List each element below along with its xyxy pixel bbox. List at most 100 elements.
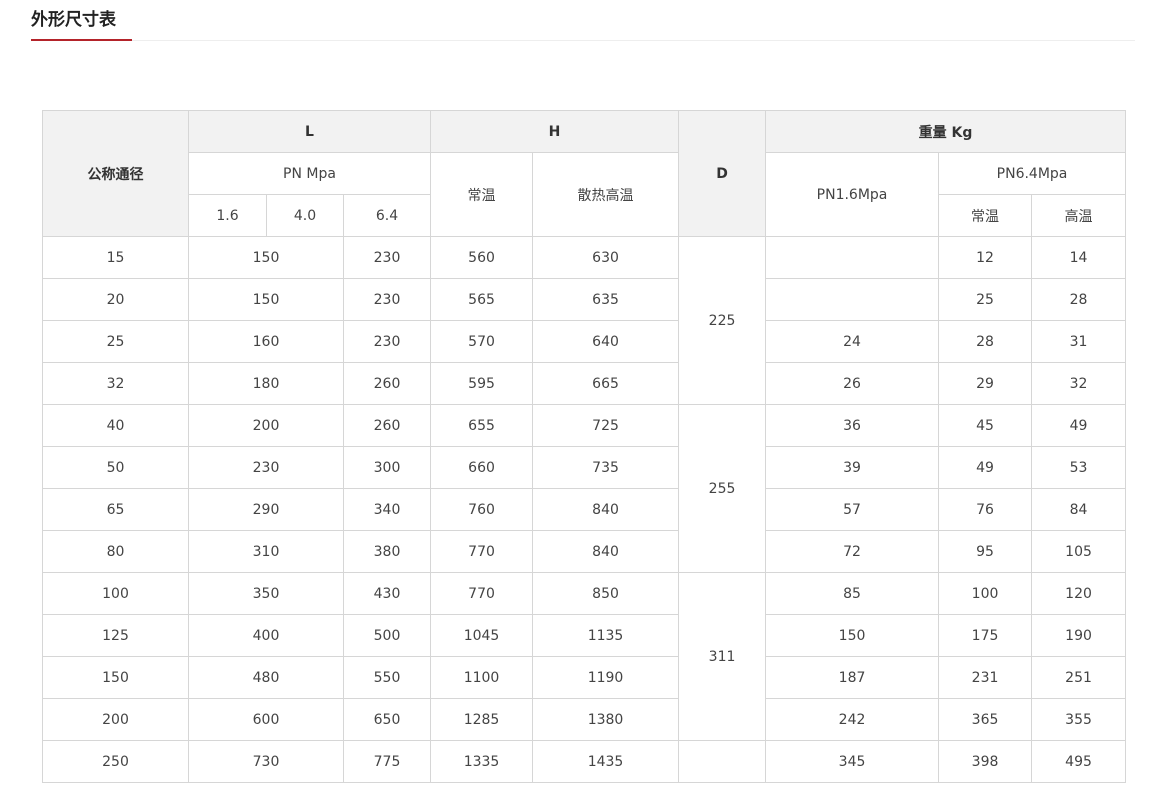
table-row: 125 400 500 1045 1135 150 175 190 [42, 614, 1127, 657]
cell-dn: 32 [42, 362, 189, 405]
cell-h-normal: 565 [430, 278, 534, 321]
cell-dn: 65 [42, 488, 189, 531]
cell-dn: 150 [42, 656, 189, 699]
cell-w-pn64-normal: 29 [938, 362, 1033, 405]
cell-w-pn16: 187 [765, 656, 940, 699]
cell-h-high: 635 [532, 278, 680, 321]
cell-w-pn16: 36 [765, 404, 940, 447]
cell-w-pn16: 85 [765, 572, 940, 615]
cell-h-normal: 770 [430, 530, 534, 573]
cell-w-pn64-high: 251 [1031, 656, 1127, 699]
cell-h-high: 1380 [532, 698, 680, 741]
title-underline [31, 39, 132, 41]
cell-w-pn64-normal: 76 [938, 488, 1033, 531]
cell-w-pn16 [765, 278, 940, 321]
header-H: H [430, 110, 680, 153]
cell-h-high: 640 [532, 320, 680, 363]
section-title: 外形尺寸表 [31, 10, 116, 30]
cell-w-pn16: 24 [765, 320, 940, 363]
table-row: 200 600 650 1285 1380 242 365 355 [42, 698, 1127, 741]
cell-h-high: 1190 [532, 656, 680, 699]
table-row: 20 150 230 565 635 25 28 [42, 278, 1127, 321]
dimension-table: 公称通径 L H D 重量 Kg PN Mpa 常温 散热高温 PN1.6Mpa… [42, 110, 1127, 783]
cell-h-high: 840 [532, 488, 680, 531]
cell-w-pn64-high: 53 [1031, 446, 1127, 489]
cell-l-64: 380 [342, 530, 432, 573]
cell-w-pn64-normal: 231 [938, 656, 1033, 699]
cell-h-high: 630 [532, 236, 680, 279]
cell-w-pn16 [765, 236, 940, 279]
cell-w-pn64-high: 28 [1031, 278, 1127, 321]
cell-h-normal: 560 [430, 236, 534, 279]
cell-h-normal: 655 [430, 404, 534, 447]
cell-l-16-40: 230 [188, 446, 344, 489]
cell-d [678, 740, 767, 783]
cell-h-normal: 760 [430, 488, 534, 531]
table-row: 150 480 550 1100 1190 187 231 251 [42, 656, 1127, 699]
section-header: 外形尺寸表 [31, 8, 1135, 41]
cell-w-pn64-high: 84 [1031, 488, 1127, 531]
cell-dn: 50 [42, 446, 189, 489]
cell-l-64: 230 [342, 320, 432, 363]
cell-w-pn64-high: 355 [1031, 698, 1127, 741]
cell-h-normal: 1285 [430, 698, 534, 741]
cell-d: 255 [678, 404, 767, 573]
table-row: 15 150 230 560 630 225 12 14 [42, 236, 1127, 405]
cell-w-pn64-normal: 28 [938, 320, 1033, 363]
cell-dn: 100 [42, 572, 189, 615]
cell-dn: 40 [42, 404, 189, 447]
cell-l-16-40: 310 [188, 530, 344, 573]
cell-w-pn64-high: 14 [1031, 236, 1127, 279]
header-nominal: 公称通径 [42, 110, 189, 237]
cell-dn: 15 [42, 236, 189, 279]
cell-w-pn64-normal: 175 [938, 614, 1033, 657]
table-row: 250 730 775 1335 1435 345 398 495 [42, 740, 1127, 783]
cell-l-64: 500 [342, 614, 432, 657]
cell-w-pn64-high: 190 [1031, 614, 1127, 657]
cell-w-pn64-normal: 398 [938, 740, 1033, 783]
table-row: 40 200 260 655 725 255 36 45 49 [42, 404, 1127, 573]
cell-h-normal: 1100 [430, 656, 534, 699]
cell-l-16-40: 150 [188, 278, 344, 321]
cell-dn: 200 [42, 698, 189, 741]
cell-w-pn64-normal: 95 [938, 530, 1033, 573]
cell-h-high: 735 [532, 446, 680, 489]
header-h-high: 散热高温 [532, 152, 680, 237]
header-L: L [187, 110, 432, 153]
cell-l-64: 550 [342, 656, 432, 699]
cell-l-16-40: 480 [188, 656, 344, 699]
table-row: 100 350 430 770 850 311 85 100 120 [42, 572, 1127, 741]
cell-l-64: 260 [342, 404, 432, 447]
header-h-normal: 常温 [430, 152, 534, 237]
cell-dn: 80 [42, 530, 189, 573]
cell-l-16-40: 350 [188, 572, 344, 615]
cell-w-pn16: 72 [765, 530, 940, 573]
cell-w-pn64-high: 31 [1031, 320, 1127, 363]
cell-w-pn64-normal: 100 [938, 572, 1033, 615]
cell-h-normal: 770 [430, 572, 534, 615]
cell-dn: 20 [42, 278, 189, 321]
cell-l-64: 340 [342, 488, 432, 531]
cell-dn: 25 [42, 320, 189, 363]
header-row-2: PN Mpa 常温 散热高温 PN1.6Mpa PN6.4Mpa [43, 152, 1127, 237]
cell-l-16-40: 400 [188, 614, 344, 657]
cell-h-normal: 1045 [430, 614, 534, 657]
cell-l-64: 300 [342, 446, 432, 489]
cell-w-pn16: 242 [765, 698, 940, 741]
cell-dn: 125 [42, 614, 189, 657]
cell-h-high: 725 [532, 404, 680, 447]
cell-h-normal: 570 [430, 320, 534, 363]
cell-l-16-40: 180 [188, 362, 344, 405]
cell-w-pn64-high: 32 [1031, 362, 1127, 405]
cell-h-high: 1135 [532, 614, 680, 657]
header-pn-mpa: PN Mpa [187, 152, 432, 195]
cell-h-normal: 660 [430, 446, 534, 489]
cell-l-16-40: 200 [188, 404, 344, 447]
header-w-pn16: PN1.6Mpa [765, 152, 940, 237]
cell-l-16-40: 150 [188, 236, 344, 279]
cell-w-pn16: 57 [765, 488, 940, 531]
cell-w-pn64-normal: 25 [938, 278, 1033, 321]
cell-w-pn64-high: 495 [1031, 740, 1127, 783]
header-p64: 6.4 [342, 194, 432, 237]
header-w-normal: 常温 [938, 194, 1033, 237]
